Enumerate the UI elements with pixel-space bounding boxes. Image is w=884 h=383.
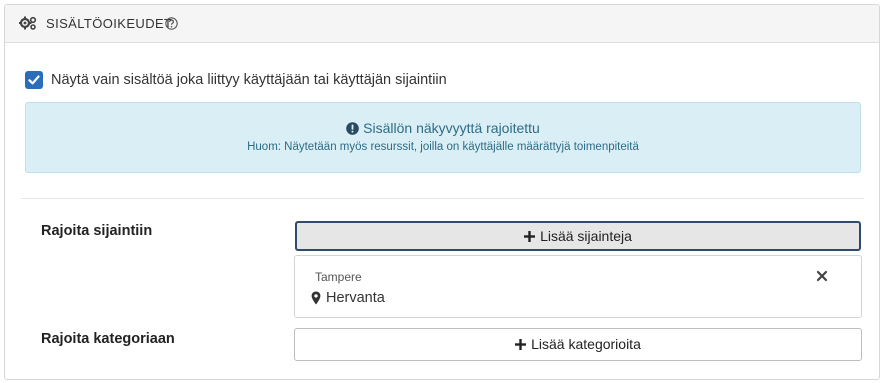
- restrict-visibility-checkbox[interactable]: [25, 71, 43, 89]
- add-categories-label: Lisää kategorioita: [531, 336, 641, 352]
- visibility-restricted-alert: Sisällön näkyvyyttä rajoitettu Huom: Näy…: [25, 102, 861, 173]
- add-categories-button[interactable]: Lisää kategorioita: [294, 328, 862, 361]
- location-name: Hervanta: [326, 290, 385, 306]
- divider: [21, 198, 864, 199]
- close-icon[interactable]: [816, 270, 828, 282]
- alert-subtitle: Huom: Näytetään myös resurssit, joilla o…: [247, 141, 639, 153]
- panel-header: SISÄLTÖOIKEUDET: [5, 5, 879, 43]
- gears-icon: [19, 16, 37, 30]
- restrict-visibility-label[interactable]: Näytä vain sisältöä joka liittyy käyttäj…: [51, 72, 447, 88]
- plus-icon: [524, 231, 536, 242]
- plus-icon: [515, 339, 527, 350]
- alert-title: Sisällön näkyvyyttä rajoitettu: [363, 120, 540, 136]
- exclamation-circle-icon: [346, 122, 359, 135]
- content-permissions-panel: SISÄLTÖOIKEUDET Näytä vain sisältöä joka…: [4, 4, 880, 380]
- check-icon: [28, 75, 40, 85]
- add-locations-button[interactable]: Lisää sijainteja: [295, 221, 861, 251]
- add-locations-label: Lisää sijainteja: [540, 228, 632, 244]
- restrict-category-label: Rajoita kategoriaan: [41, 331, 175, 347]
- question-circle-icon[interactable]: [165, 17, 178, 30]
- map-marker-icon: [311, 291, 321, 305]
- location-parent: Tampere: [315, 270, 362, 284]
- panel-title: SISÄLTÖOIKEUDET: [46, 16, 173, 31]
- location-item: Tampere Hervanta: [294, 255, 862, 318]
- restrict-location-label: Rajoita sijaintiin: [41, 223, 153, 239]
